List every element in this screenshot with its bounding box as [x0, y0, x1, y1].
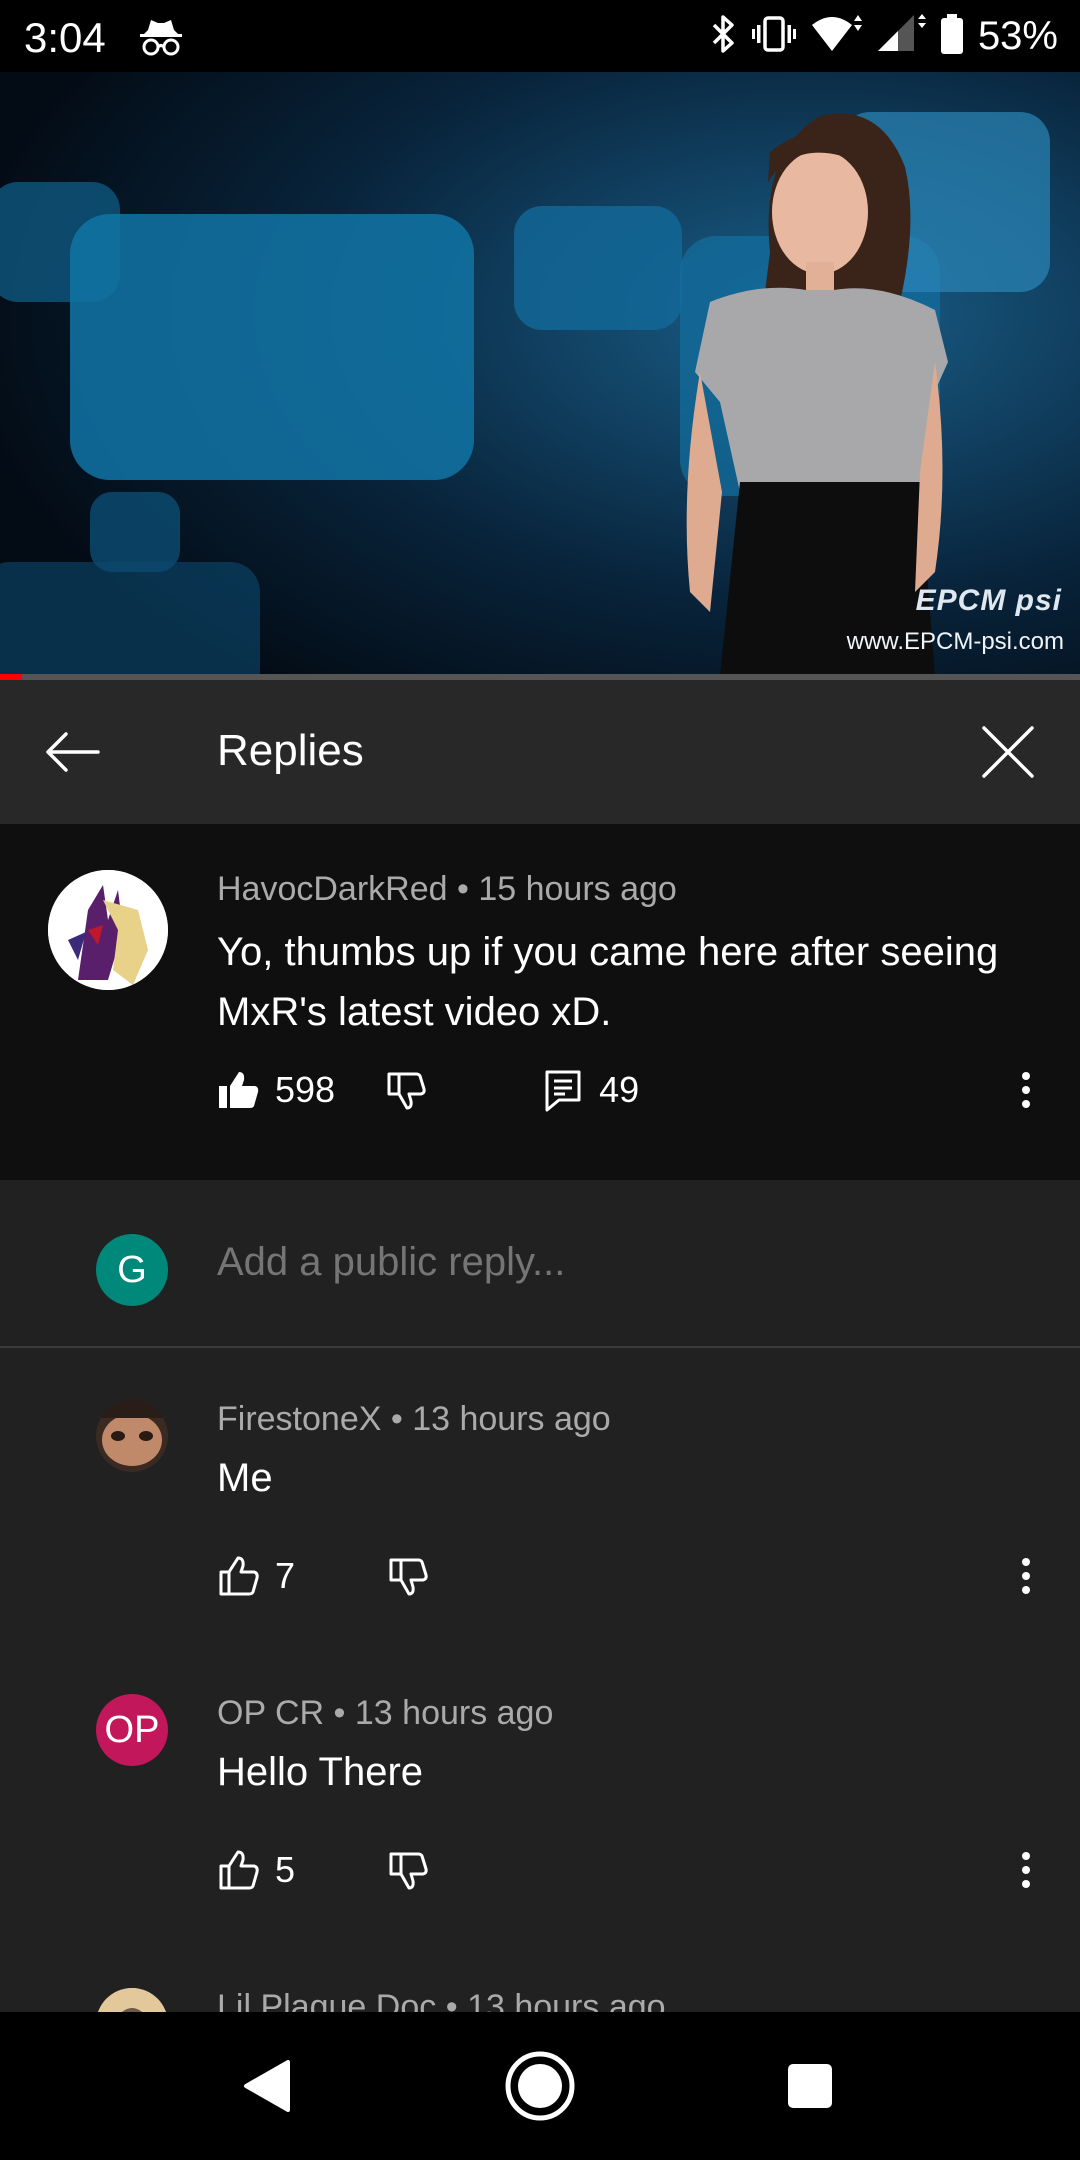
like-button[interactable]: 598 [217, 1068, 335, 1112]
reply-time: 13 hours ago [412, 1400, 611, 1438]
reply-button[interactable]: 49 [541, 1068, 639, 1112]
page-title: Replies [217, 726, 364, 775]
status-time: 3:04 [24, 14, 106, 61]
avatar-image [48, 870, 168, 990]
add-reply-bar: G [0, 1180, 1080, 1348]
signal-icon [876, 13, 926, 60]
avatar[interactable] [96, 1400, 168, 1472]
close-button[interactable] [976, 720, 1040, 784]
system-nav-bar [0, 2012, 1080, 2160]
close-icon [982, 726, 1034, 778]
like-button[interactable]: 5 [217, 1848, 295, 1892]
avatar[interactable]: OP [96, 1694, 168, 1766]
more-options-button[interactable] [1006, 1546, 1046, 1606]
back-triangle-icon [244, 2060, 290, 2112]
reply-count: 49 [599, 1069, 640, 1110]
like-count: 7 [275, 1555, 296, 1596]
more-vertical-icon [1022, 1558, 1030, 1594]
like-button[interactable]: 7 [217, 1554, 295, 1598]
nav-home-button[interactable] [502, 2048, 578, 2124]
meta-separator: • [456, 870, 469, 908]
comment-author[interactable]: HavocDarkRed [217, 870, 448, 908]
battery-icon [940, 13, 964, 60]
like-count: 598 [275, 1069, 336, 1110]
reply-author[interactable]: FirestoneX [217, 1400, 381, 1438]
comment-actions: 598 49 [217, 1060, 639, 1120]
thumbs-up-icon [219, 1556, 259, 1596]
nav-recents-button[interactable] [772, 2048, 848, 2124]
reply-author[interactable]: OP CR [217, 1694, 324, 1732]
more-options-button[interactable] [1006, 1840, 1046, 1900]
like-count: 5 [275, 1849, 296, 1890]
reply-actions: 5 [217, 1840, 431, 1900]
vibrate-icon [751, 13, 796, 60]
reply-actions: 7 [217, 1546, 431, 1606]
reply-meta: FirestoneX • 13 hours ago [217, 1400, 611, 1439]
comment-text: Yo, thumbs up if you came here after see… [217, 922, 998, 1042]
epcm-logo: EPCM psi [915, 584, 1062, 617]
replies-header: Replies [0, 680, 1080, 824]
more-vertical-icon [1022, 1072, 1030, 1108]
incognito-icon [138, 16, 184, 58]
arrow-left-icon [46, 732, 100, 772]
thumbs-down-icon [389, 1558, 428, 1596]
meta-separator: • [390, 1400, 403, 1438]
meta-separator: • [333, 1694, 346, 1732]
video-player[interactable]: EPCM psi www.EPCM-psi.com [0, 72, 1080, 676]
dislike-button[interactable] [385, 1068, 429, 1112]
reply-text: Me [217, 1456, 273, 1500]
thumbs-down-icon [387, 1072, 426, 1110]
reply-input[interactable] [217, 1240, 1017, 1285]
more-vertical-icon [1022, 1852, 1030, 1888]
wifi-icon [810, 13, 862, 60]
dislike-button[interactable] [387, 1848, 431, 1892]
comment-time: 15 hours ago [478, 870, 677, 908]
bluetooth-icon [708, 13, 738, 60]
comment-icon [545, 1070, 581, 1112]
avatar[interactable] [48, 870, 168, 990]
more-options-button[interactable] [1006, 1060, 1046, 1120]
watermark-url: www.EPCM-psi.com [846, 628, 1064, 655]
thumbs-up-filled-icon [219, 1072, 259, 1108]
thumbs-up-icon [219, 1850, 259, 1890]
comment-text-line: Yo, thumbs up if you came here after see… [217, 930, 999, 974]
reply-meta: OP CR • 13 hours ago [217, 1694, 553, 1733]
avatar-image [96, 1400, 168, 1472]
status-bar: 3:04 53% [0, 0, 1080, 72]
dislike-button[interactable] [387, 1554, 431, 1598]
thumbs-down-icon [389, 1852, 428, 1890]
reply-time: 13 hours ago [354, 1694, 554, 1732]
avatar: G [96, 1234, 168, 1306]
comment-meta: HavocDarkRed • 15 hours ago [217, 870, 677, 909]
battery-percent: 53% [977, 13, 1058, 58]
reply-text: Hello There [217, 1750, 424, 1794]
back-button[interactable] [40, 720, 104, 784]
home-circle-icon [505, 2051, 575, 2121]
comment-text-line: MxR's latest video xD. [217, 990, 612, 1034]
parent-comment: HavocDarkRed • 15 hours ago Yo, thumbs u… [0, 824, 1080, 1180]
recents-square-icon [788, 2064, 832, 2108]
nav-back-button[interactable] [230, 2048, 306, 2124]
